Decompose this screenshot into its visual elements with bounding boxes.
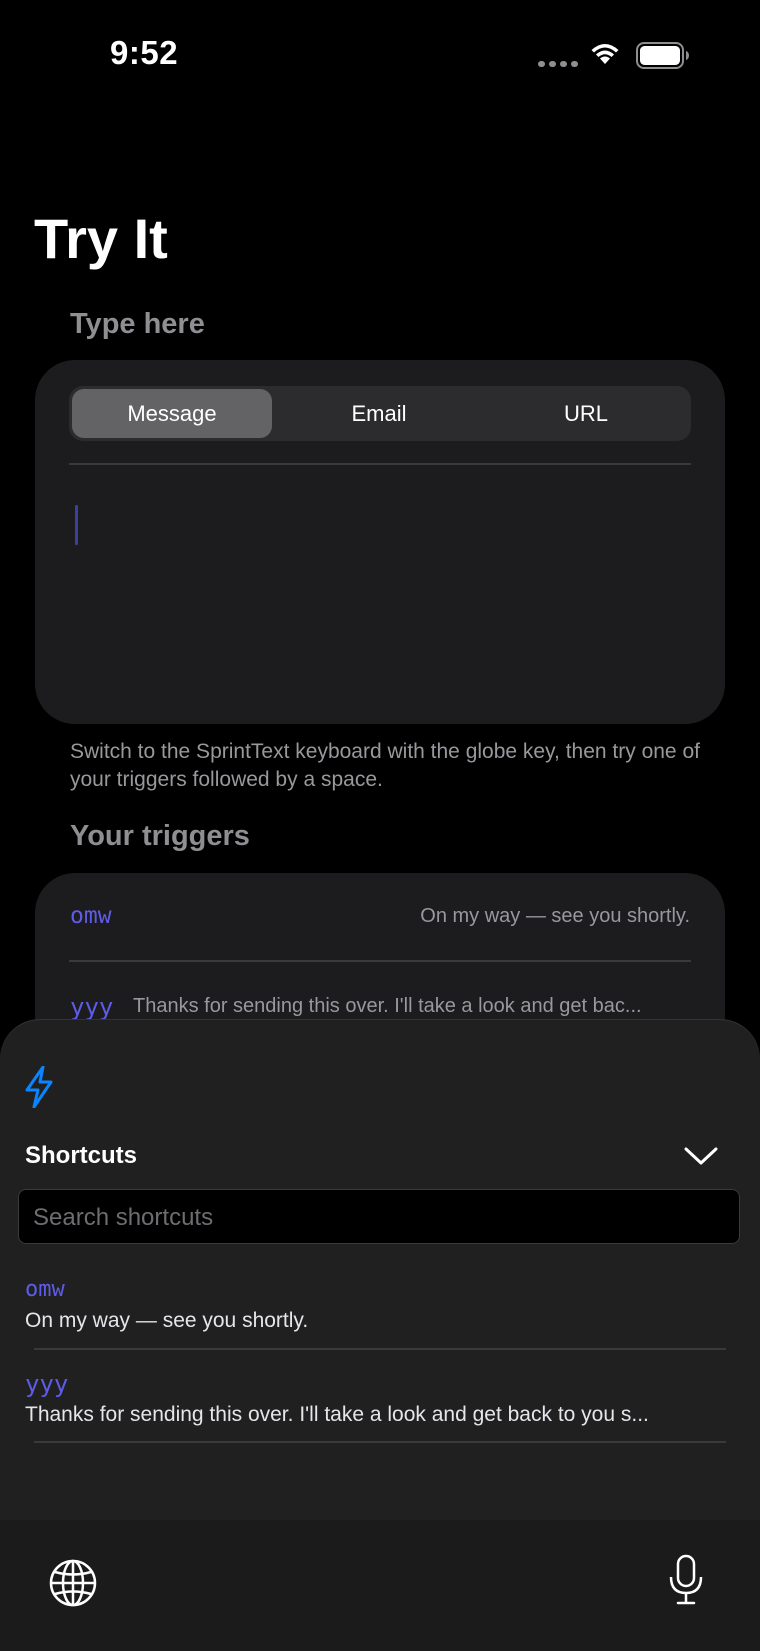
trigger-divider xyxy=(69,960,691,962)
text-caret xyxy=(75,505,78,545)
tab-email[interactable]: Email xyxy=(279,389,479,438)
search-input[interactable] xyxy=(31,1190,725,1245)
shortcut-divider xyxy=(34,1348,726,1350)
signal-dots-icon xyxy=(538,61,578,67)
shortcut-value: Thanks for sending this over. I'll take … xyxy=(25,1403,649,1426)
page-title: Try It xyxy=(34,207,168,270)
wifi-icon xyxy=(588,40,622,71)
mic-icon[interactable] xyxy=(668,1554,704,1611)
tab-message[interactable]: Message xyxy=(72,389,272,438)
trigger-value: Thanks for sending this over. I'll take … xyxy=(133,995,642,1017)
triggers-label: Your triggers xyxy=(70,820,250,852)
shortcut-key: omw xyxy=(25,1277,65,1302)
hint-text: Switch to the SprintText keyboard with t… xyxy=(70,740,700,791)
editor-divider xyxy=(69,463,691,465)
type-here-label: Type here xyxy=(70,308,205,340)
search-box xyxy=(18,1189,740,1245)
shortcut-value: On my way — see you shortly. xyxy=(25,1309,309,1332)
status-time: 9:52 xyxy=(110,34,179,71)
shortcut-item[interactable] xyxy=(18,1360,740,1442)
trigger-value: On my way — see you shortly. xyxy=(420,905,690,927)
tab-url[interactable]: URL xyxy=(486,389,686,438)
bolt-icon xyxy=(24,1065,54,1113)
shortcuts-title: Shortcuts xyxy=(25,1142,138,1169)
trigger-key: yyy xyxy=(70,993,114,1021)
globe-icon[interactable] xyxy=(48,1558,98,1613)
text-editor[interactable] xyxy=(69,470,691,710)
keyboard-bottom-bar xyxy=(0,1520,760,1651)
shortcut-divider xyxy=(34,1441,726,1443)
shortcut-key: yyy xyxy=(25,1370,69,1398)
trigger-key: omw xyxy=(70,903,112,929)
chevron-down-icon[interactable] xyxy=(684,1146,718,1171)
segmented-control: Message Email URL xyxy=(69,386,691,441)
battery-icon xyxy=(636,42,690,75)
